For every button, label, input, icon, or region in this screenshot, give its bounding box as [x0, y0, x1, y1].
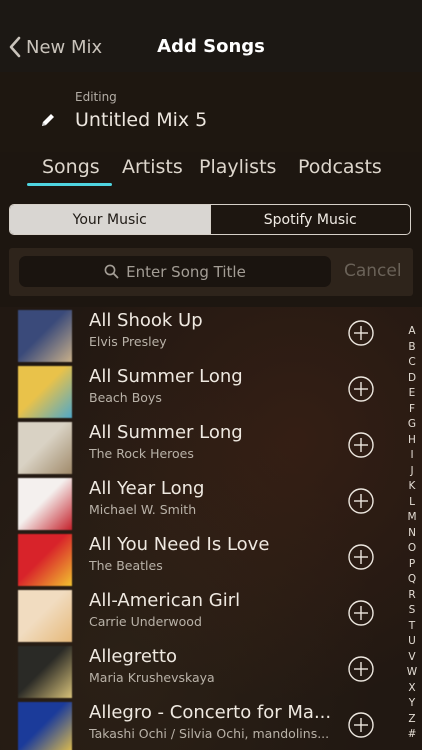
album-art — [18, 422, 72, 474]
add-song-plus-icon[interactable] — [348, 376, 374, 402]
index-letter[interactable]: # — [405, 727, 419, 743]
album-art — [18, 534, 72, 586]
index-letter[interactable]: P — [405, 557, 419, 573]
cancel-button[interactable]: Cancel — [344, 261, 402, 281]
song-title: All Summer Long — [89, 422, 243, 443]
song-title: All-American Girl — [89, 590, 241, 611]
album-art — [18, 478, 72, 530]
song-title: Allegro - Concerto for Ma... — [89, 702, 332, 723]
segment-your-music[interactable]: Your Music — [10, 205, 210, 234]
index-letter[interactable]: O — [405, 541, 419, 557]
source-segmented-control: Your Music Spotify Music — [9, 204, 411, 235]
back-button[interactable]: New Mix — [8, 30, 102, 64]
index-letter[interactable]: F — [405, 402, 419, 418]
song-title: All You Need Is Love — [89, 534, 270, 555]
search-placeholder: Enter Song Title — [126, 262, 246, 281]
index-letter[interactable]: Q — [405, 572, 419, 588]
list-item[interactable]: All Year Long Michael W. Smith — [0, 476, 405, 532]
alphabet-index[interactable]: A B C D E F G H I J K L M N O P Q R S T U V W X Y Z # — [405, 324, 419, 743]
album-art — [18, 366, 72, 418]
song-artist: Carrie Underwood — [89, 614, 202, 629]
song-title: Allegretto — [89, 646, 178, 667]
search-icon — [104, 264, 119, 279]
list-item[interactable]: Allegretto Maria Krushevskaya — [0, 644, 405, 700]
back-label: New Mix — [26, 36, 103, 58]
segment-spotify-music[interactable]: Spotify Music — [209, 205, 411, 234]
index-letter[interactable]: L — [405, 495, 419, 511]
list-item[interactable]: All Summer Long The Rock Heroes — [0, 420, 405, 476]
index-letter[interactable]: Z — [405, 712, 419, 728]
index-letter[interactable]: S — [405, 603, 419, 619]
album-art — [18, 590, 72, 642]
index-letter[interactable]: R — [405, 588, 419, 604]
song-title: All Shook Up — [89, 310, 203, 331]
album-art — [18, 702, 72, 750]
song-artist: Maria Krushevskaya — [89, 670, 215, 685]
index-letter[interactable]: E — [405, 386, 419, 402]
editing-section — [0, 72, 422, 152]
song-artist: Elvis Presley — [89, 334, 167, 349]
list-item[interactable]: All Shook Up Elvis Presley — [0, 308, 405, 364]
index-letter[interactable]: H — [405, 433, 419, 449]
index-letter[interactable]: D — [405, 371, 419, 387]
list-item[interactable]: All-American Girl Carrie Underwood — [0, 588, 405, 644]
add-song-plus-icon[interactable] — [348, 712, 374, 738]
index-letter[interactable]: I — [405, 448, 419, 464]
mix-name[interactable]: Untitled Mix 5 — [75, 109, 207, 131]
index-letter[interactable]: B — [405, 340, 419, 356]
tab-podcasts[interactable]: Podcasts — [298, 156, 382, 178]
search-input[interactable]: Enter Song Title — [19, 256, 331, 287]
tab-songs[interactable]: Songs — [42, 156, 100, 178]
index-letter[interactable]: K — [405, 479, 419, 495]
list-item[interactable]: Allegro - Concerto for Ma... Takashi Ochi… — [0, 700, 405, 750]
song-artist: Takashi Ochi / Silvia Ochi, mandolins... — [89, 726, 330, 741]
list-item[interactable]: All You Need Is Love The Beatles — [0, 532, 405, 588]
index-letter[interactable]: G — [405, 417, 419, 433]
index-letter[interactable]: X — [405, 681, 419, 697]
add-song-plus-icon[interactable] — [348, 544, 374, 570]
tab-playlists[interactable]: Playlists — [199, 156, 276, 178]
add-song-plus-icon[interactable] — [348, 656, 374, 682]
song-artist: The Beatles — [89, 558, 163, 573]
song-artist: The Rock Heroes — [89, 446, 194, 461]
pencil-icon[interactable] — [40, 112, 56, 128]
index-letter[interactable]: V — [405, 650, 419, 666]
tab-artists[interactable]: Artists — [122, 156, 183, 178]
add-song-plus-icon[interactable] — [348, 488, 374, 514]
index-letter[interactable]: C — [405, 355, 419, 371]
active-tab-indicator — [27, 183, 112, 186]
add-song-plus-icon[interactable] — [348, 600, 374, 626]
album-art — [18, 310, 72, 362]
index-letter[interactable]: U — [405, 634, 419, 650]
index-letter[interactable]: J — [405, 464, 419, 480]
add-song-plus-icon[interactable] — [348, 320, 374, 346]
chevron-left-icon — [9, 36, 21, 58]
index-letter[interactable]: T — [405, 619, 419, 635]
add-song-plus-icon[interactable] — [348, 432, 374, 458]
song-title: All Year Long — [89, 478, 205, 499]
index-letter[interactable]: M — [405, 510, 419, 526]
index-letter[interactable]: A — [405, 324, 419, 340]
editing-label: Editing — [75, 90, 117, 104]
song-list: All Shook Up Elvis Presley All Summer Long… — [0, 307, 422, 750]
song-artist: Beach Boys — [89, 390, 162, 405]
index-letter[interactable]: W — [405, 665, 419, 681]
index-letter[interactable]: Y — [405, 696, 419, 712]
album-art — [18, 646, 72, 698]
list-item[interactable]: All Summer Long Beach Boys — [0, 364, 405, 420]
navigation-bar: New Mix Add Songs — [0, 0, 422, 73]
song-title: All Summer Long — [89, 366, 243, 387]
song-artist: Michael W. Smith — [89, 502, 197, 517]
index-letter[interactable]: N — [405, 526, 419, 542]
